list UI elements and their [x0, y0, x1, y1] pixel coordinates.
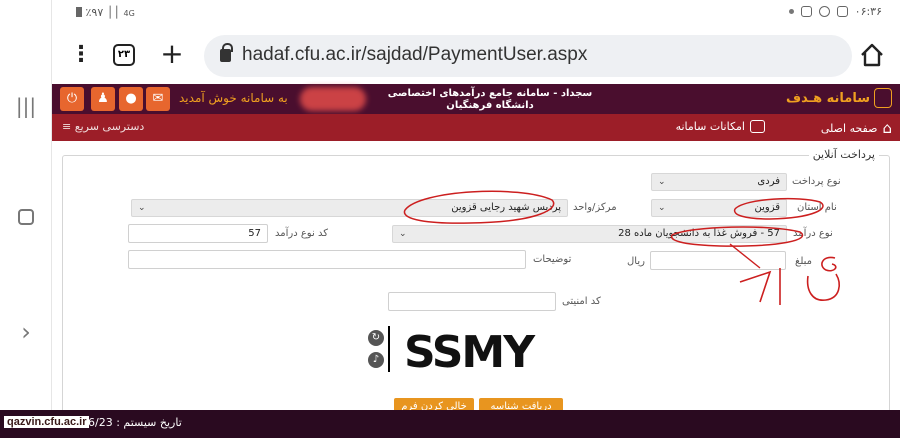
amount-label: مبلغ [795, 256, 813, 267]
center-label: مرکز/واحد [573, 202, 617, 213]
menu-item-quick-access[interactable]: دسترسی سریع ≡ [62, 120, 144, 133]
chevron-down-icon: ⌄ [399, 229, 407, 239]
home-icon[interactable] [858, 41, 886, 69]
logo-icon [874, 88, 892, 108]
welcome-text: به سامانه خوش آمدید [179, 91, 288, 105]
description-label: توضیحات [533, 254, 572, 265]
refresh-icon[interactable]: ↻ [368, 330, 384, 346]
income-code-field[interactable]: 57 [128, 224, 268, 243]
currency-label: ریال [627, 256, 645, 267]
battery-icon [76, 7, 82, 17]
description-field[interactable] [128, 250, 526, 269]
screen: ||| › ٪۹۷ ││ 4G ۰۶:۳۶ ⋮ ۲۳ + hadaf.cfu.a… [0, 0, 900, 438]
speaker-icon[interactable]: ♪ [368, 352, 384, 368]
income-type-select[interactable]: 57 - فروش غذا به دانشجویان ماده 28 ⌄ [392, 225, 787, 243]
home-nav-icon[interactable] [0, 206, 52, 230]
chevron-down-icon: ⌄ [658, 203, 666, 213]
amount-field[interactable] [650, 251, 786, 270]
back-nav-icon[interactable]: › [0, 318, 52, 346]
clock: ۰۶:۳۶ [854, 5, 882, 18]
notification-dot-icon [788, 9, 794, 14]
payment-form-panel: پرداخت آنلاین [62, 148, 890, 425]
system-title-line1: سجداد - سامانه جامع درآمدهای اختصاصی [387, 88, 593, 99]
messages-icon[interactable]: ✉ [146, 87, 170, 111]
captcha-image: SSMY [388, 326, 606, 378]
chevron-down-icon: ⌄ [658, 177, 666, 187]
security-code-field[interactable] [388, 292, 556, 311]
tab-switcher-button[interactable]: ۲۳ [113, 44, 135, 66]
power-icon[interactable]: ⏻ [60, 87, 84, 111]
menu-item-home[interactable]: ⌂ صفحه اصلی [821, 119, 892, 137]
url-text: hadaf.cfu.ac.ir/sajdad/PaymentUser.aspx [242, 44, 588, 65]
income-code-label: کد نوع درآمد [275, 228, 328, 239]
brand-name: سامانه هـدف [786, 90, 870, 106]
house-icon: ⌂ [882, 119, 892, 137]
signal-icon: ││ [106, 6, 120, 19]
status-left: ٪۹۷ ││ 4G [76, 6, 135, 19]
redacted-username [300, 87, 366, 111]
gallery-icon [836, 6, 848, 17]
brand[interactable]: سامانه هـدف [786, 88, 892, 108]
new-tab-icon[interactable]: + [157, 40, 187, 70]
menu-features-label: امکانات سامانه [675, 120, 745, 133]
payment-type-select[interactable]: فردی ⌄ [651, 173, 787, 191]
center-value: پردیس شهید رجایی قزوین [451, 202, 561, 213]
profile-icon[interactable]: ● [119, 87, 143, 111]
hamburger-icon: ≡ [62, 120, 72, 133]
menu-item-features[interactable]: امکانات سامانه [676, 120, 765, 133]
menu-home-label: صفحه اصلی [820, 121, 878, 135]
recent-apps-icon[interactable]: ||| [0, 94, 52, 118]
system-title: سجداد - سامانه جامع درآمدهای اختصاصی دان… [370, 88, 610, 112]
status-right: ۰۶:۳۶ [788, 5, 882, 18]
income-type-value: 57 - فروش غذا به دانشجویان ماده 28 [618, 228, 780, 239]
site-header: سامانه هـدف سجداد - سامانه جامع درآمدهای… [52, 84, 900, 114]
menu-dots-icon[interactable]: ⋮ [66, 40, 96, 70]
payment-type-label: نوع پرداخت [792, 176, 841, 187]
chevron-down-icon: ⌄ [138, 203, 146, 213]
site-watermark: qazvin.cfu.ac.ir [4, 416, 90, 428]
province-select[interactable]: قزوین ⌄ [651, 199, 787, 217]
province-label: نام استان [797, 202, 837, 213]
lock-icon [220, 43, 233, 62]
security-code-label: کد امنیتی [562, 296, 601, 307]
users-icon[interactable]: ♟ [91, 87, 115, 111]
instagram-icon [800, 6, 812, 17]
network-label: 4G [123, 9, 135, 18]
battery-percent: ٪۹۷ [85, 6, 104, 19]
sync-icon [818, 6, 830, 17]
income-type-label: نوع درآمد [793, 228, 833, 239]
panel-title: پرداخت آنلاین [808, 148, 879, 161]
list-icon [750, 120, 765, 133]
page-footer: qazvin.cfu.ac.ir تاریخ سیستم : 6/23 [0, 410, 900, 438]
menu-quick-label: دسترسی سریع [74, 120, 145, 133]
side-nav-rail: ||| › [0, 0, 52, 438]
province-value: قزوین [754, 202, 780, 213]
status-bar: ٪۹۷ ││ 4G ۰۶:۳۶ [52, 0, 900, 26]
system-title-line2: دانشگاه فرهنگیان [446, 100, 534, 111]
address-bar[interactable]: hadaf.cfu.ac.ir/sajdad/PaymentUser.aspx [204, 35, 852, 77]
main-menu: ⌂ صفحه اصلی امکانات سامانه دسترسی سریع ≡ [52, 114, 900, 141]
system-date: تاریخ سیستم : 6/23 [88, 416, 182, 429]
captcha-text: SSMY [404, 327, 535, 378]
center-select[interactable]: پردیس شهید رجایی قزوین ⌄ [131, 199, 568, 217]
browser-toolbar: ⋮ ۲۳ + hadaf.cfu.ac.ir/sajdad/PaymentUse… [52, 28, 900, 82]
payment-type-value: فردی [757, 176, 780, 187]
